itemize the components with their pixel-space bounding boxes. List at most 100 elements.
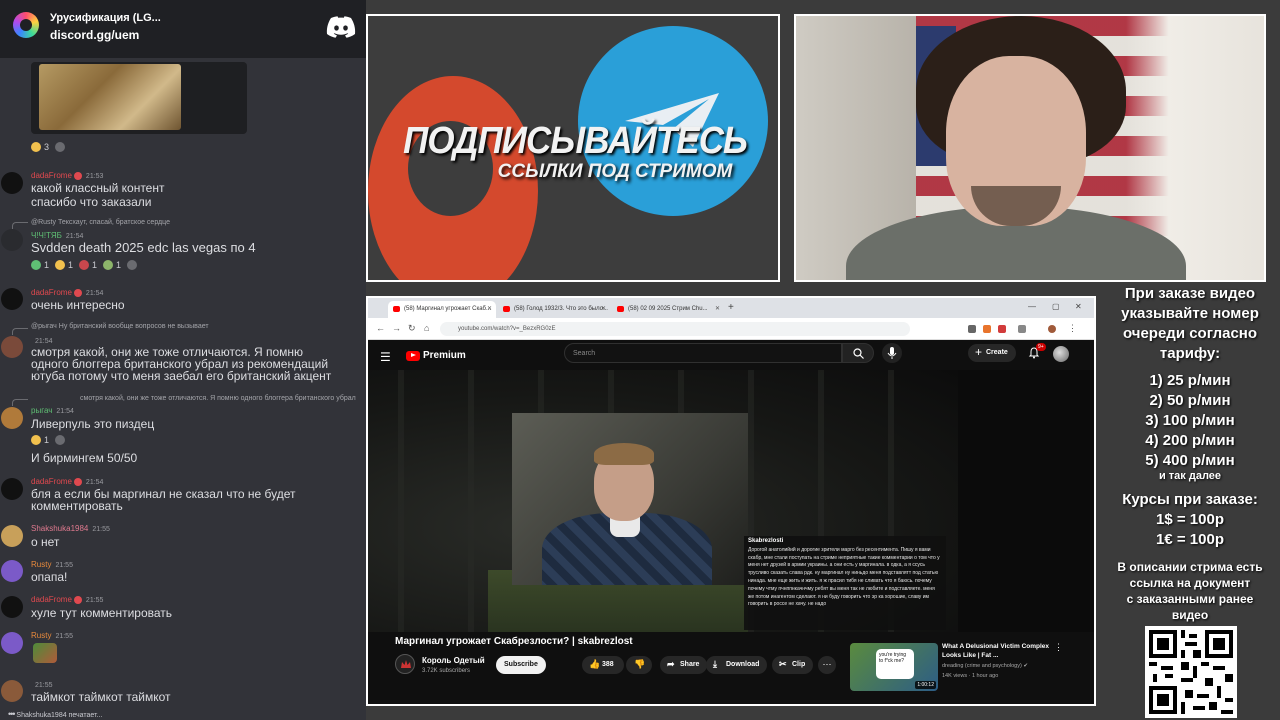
username[interactable]: dadaFrome 21:54 <box>31 477 103 486</box>
home-icon[interactable]: ⌂ <box>424 323 429 333</box>
dislike-button[interactable]: 👎 <box>626 656 652 674</box>
avatar[interactable] <box>1 172 23 194</box>
avatar[interactable] <box>1 288 23 310</box>
username[interactable]: рыгач 21:54 <box>31 406 74 415</box>
username[interactable]: Shakshuka1984 21:55 <box>31 524 110 533</box>
avatar[interactable] <box>1 596 23 618</box>
reaction[interactable]: 1 <box>31 260 49 270</box>
browser-tab[interactable]: (58) Маргинал угрожает Скаб... ✕ <box>388 301 496 318</box>
recommended-channel[interactable]: dreading (crime and psychology) ✔ <box>942 663 1028 669</box>
username[interactable]: dadaFrome 21:53 <box>31 171 103 180</box>
download-icon: ⤓ <box>713 659 717 669</box>
server-icon[interactable] <box>13 12 39 38</box>
subscribe-button[interactable]: Subscribe <box>496 656 546 674</box>
avatar[interactable] <box>1 525 23 547</box>
new-tab-button[interactable]: + <box>728 302 734 313</box>
clip-button[interactable]: ✂ Clip <box>772 656 814 674</box>
youtube-favicon-icon <box>503 306 510 312</box>
username[interactable]: 21:55 <box>31 680 53 689</box>
voice-search-button[interactable] <box>882 343 902 363</box>
avatar[interactable] <box>1 632 23 654</box>
create-button[interactable]: Create <box>968 344 1016 362</box>
embedded-image[interactable] <box>31 62 247 134</box>
close-window-icon[interactable]: ✕ <box>1075 302 1082 311</box>
browser-tab[interactable]: (58) Голод 1932/3. Что это было... ✕ <box>498 301 610 318</box>
badge-icon <box>73 595 82 604</box>
extensions-icon[interactable] <box>1018 325 1026 333</box>
close-tab-icon[interactable]: ✕ <box>487 305 492 312</box>
avatar[interactable] <box>1 407 23 429</box>
description-line: видео <box>1171 608 1209 622</box>
tab-bar: (58) Маргинал угрожает Скаб... ✕ (58) Гол… <box>368 298 1094 318</box>
close-tab-icon[interactable]: ✕ <box>715 305 720 312</box>
account-avatar[interactable] <box>1053 346 1069 362</box>
username[interactable]: 21:54 <box>31 336 53 345</box>
more-actions-icon[interactable]: ⋯ <box>818 656 836 674</box>
forward-icon[interactable]: → <box>392 323 401 333</box>
video-player[interactable]: Skabrezlosti Дорогой анатолийий и дороги… <box>368 370 1094 632</box>
recommended-thumbnail[interactable]: you're trying to f*ck me? 1:00:12 <box>850 643 938 691</box>
like-button[interactable]: 👍 388 <box>582 656 624 674</box>
recommended-title[interactable]: What A Delusional Victim Complex Looks L… <box>942 643 1050 660</box>
address-bar: ← → ↻ ⌂ youtube.com/watch?v=_BezxRG0zE ⋮ <box>368 318 1094 340</box>
profile-icon[interactable] <box>1048 325 1056 333</box>
reply-preview[interactable]: @рыгач Ну британский вообще вопросов не … <box>31 323 209 330</box>
close-tab-icon[interactable]: ✕ <box>601 305 606 312</box>
minimize-icon[interactable]: — <box>1028 302 1036 311</box>
channel-avatar[interactable] <box>395 654 415 674</box>
avatar[interactable] <box>1 336 23 358</box>
reaction[interactable]: 1 <box>55 260 73 270</box>
reply-preview[interactable]: смотря какой, они же тоже отличаются. Я … <box>80 395 356 402</box>
promo-subtitle: ССЫЛКИ ПОД СТРИМОМ <box>497 161 733 182</box>
avatar[interactable] <box>1 560 23 582</box>
reaction[interactable]: 1 <box>79 260 97 270</box>
sticker-image[interactable] <box>33 643 57 663</box>
timestamp: 21:55 <box>55 633 73 640</box>
share-icon: ➦ <box>667 659 675 669</box>
search-button[interactable] <box>842 343 874 363</box>
add-reaction-icon[interactable] <box>127 260 138 270</box>
description-line: ссылка на документ <box>1129 576 1251 590</box>
invite-link[interactable]: discord.gg/uem <box>50 28 139 42</box>
timestamp: 21:54 <box>56 408 74 415</box>
username[interactable]: dadaFrome 21:55 <box>31 595 103 604</box>
download-button[interactable]: ⤓ Download <box>706 656 768 674</box>
maximize-icon[interactable]: ▢ <box>1052 302 1060 311</box>
avatar[interactable] <box>1 229 23 251</box>
youtube-logo[interactable]: Premium <box>406 350 466 361</box>
message-text: Svdden death 2025 edc las vegas по 4 <box>31 240 256 255</box>
order-intro-line: тарифу: <box>1159 345 1221 362</box>
extension-icon[interactable] <box>968 325 976 333</box>
username[interactable]: dadaFrome 21:54 <box>31 288 103 297</box>
url-field[interactable]: youtube.com/watch?v=_BezxRG0zE <box>440 322 910 336</box>
username[interactable]: Rusty 21:55 <box>31 631 73 640</box>
channel-name[interactable]: Король Одетый <box>422 656 485 665</box>
search-input[interactable]: Search <box>564 343 842 363</box>
avatar[interactable] <box>1 478 23 500</box>
youtube-favicon-icon <box>617 306 624 312</box>
browser-menu-icon[interactable]: ⋮ <box>1068 323 1077 334</box>
share-button[interactable]: ➦ Share <box>660 656 708 674</box>
search-icon <box>853 348 864 359</box>
recommended-more-icon[interactable]: ⋮ <box>1054 642 1063 653</box>
reaction[interactable]: 3 <box>31 142 49 152</box>
extension-icon[interactable] <box>983 325 991 333</box>
reply-preview[interactable]: @Rusty Тексхаут, спасай, братское сердце <box>31 219 170 226</box>
reaction[interactable]: 1 <box>31 435 49 445</box>
reload-icon[interactable]: ↻ <box>408 323 416 334</box>
add-reaction-icon[interactable] <box>55 435 66 445</box>
rates-title: Курсы при заказе: <box>1122 491 1258 508</box>
browser-tab[interactable]: (58) 02 09 2025 Стрим Chu... ✕ <box>612 301 724 318</box>
rate-line: 1$ = 100р <box>1156 511 1224 528</box>
notification-count: 9+ <box>1036 343 1046 351</box>
reaction[interactable]: 1 <box>103 260 121 270</box>
username[interactable]: Rusty 21:55 <box>31 560 73 569</box>
avatar[interactable] <box>1 680 23 702</box>
username[interactable]: Ч!Ч!ТЯБ 21:54 <box>31 231 83 240</box>
timestamp: 21:55 <box>85 597 104 604</box>
reaction-count: 1 <box>44 435 50 445</box>
extension-icon[interactable] <box>998 325 1006 333</box>
menu-icon[interactable]: ☰ <box>380 350 391 364</box>
back-icon[interactable]: ← <box>376 323 385 333</box>
add-reaction-icon[interactable] <box>55 142 66 152</box>
